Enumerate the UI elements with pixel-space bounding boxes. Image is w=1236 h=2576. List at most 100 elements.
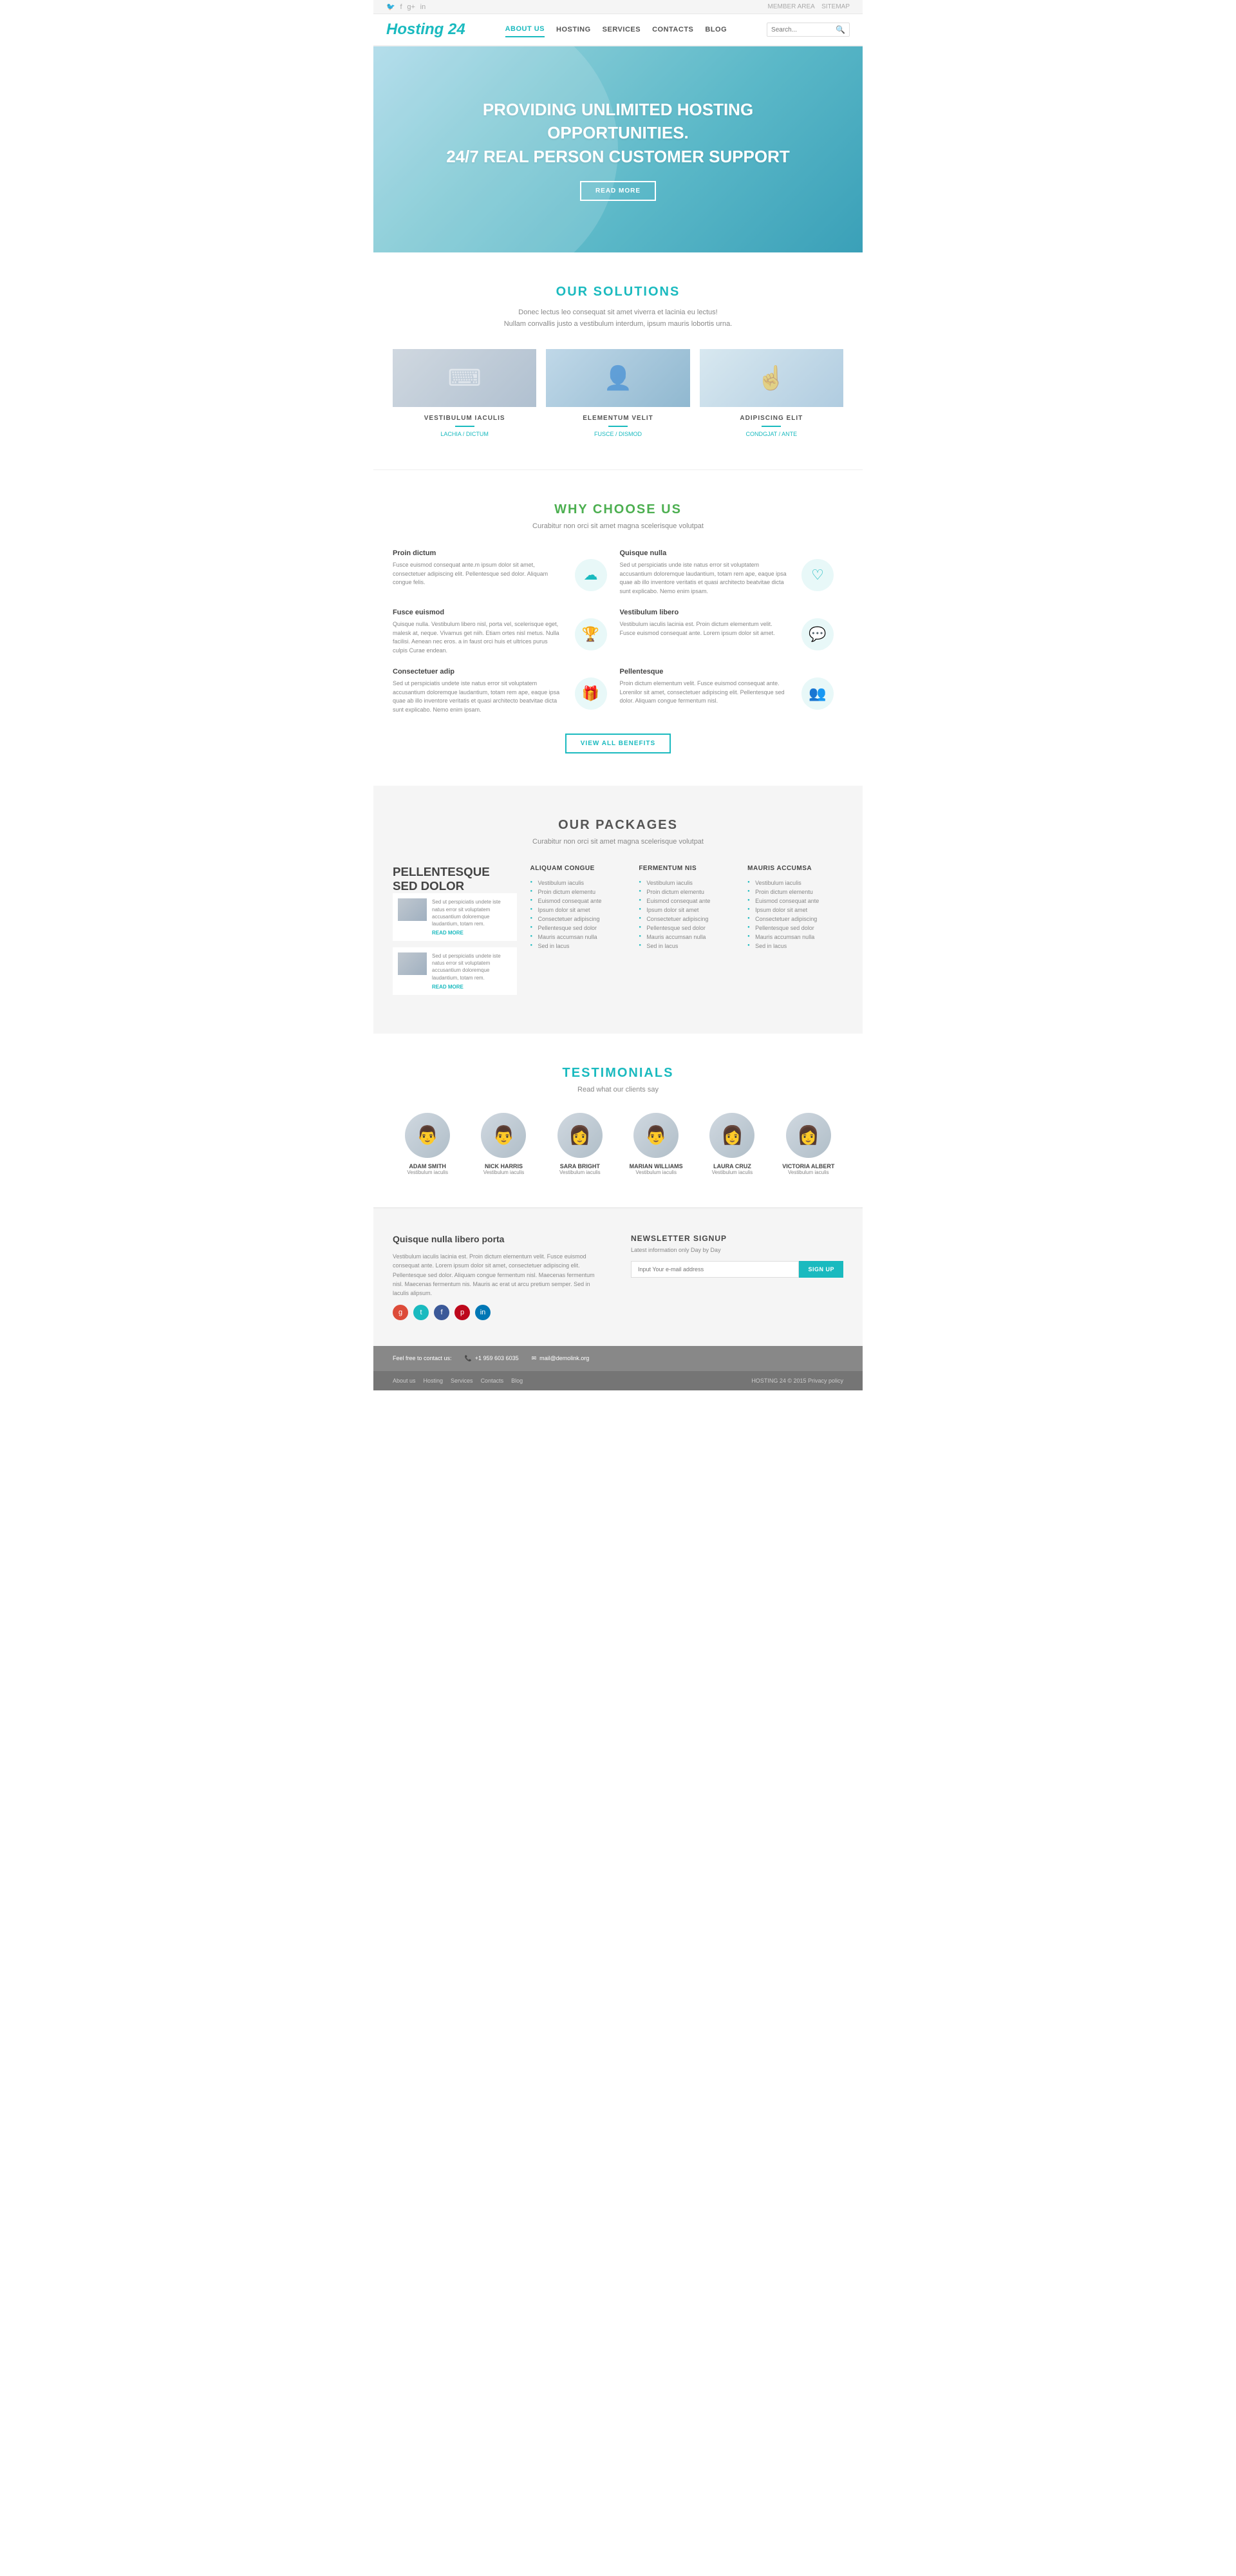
why-icon-3: 🏆 <box>565 609 617 655</box>
list-item: Sed in lacus <box>639 942 735 951</box>
solution-item-2: 👤 ELEMENTUM VELIT FUSCE / DISMOD <box>546 349 689 437</box>
email-address: mail@demolink.org <box>539 1355 589 1361</box>
google-icon[interactable]: g+ <box>407 3 415 11</box>
hero-read-more-button[interactable]: READ MORE <box>580 181 656 201</box>
why-icon-1: ☁ <box>565 549 617 596</box>
testimonial-role-1: Vestibulum iaculis <box>393 1170 462 1175</box>
footer-nav-services[interactable]: Services <box>451 1378 473 1384</box>
testimonials-heading: TESTIMONIALS <box>393 1066 843 1081</box>
why-us-subtitle: Curabitur non orci sit amet magna sceler… <box>393 522 843 530</box>
packages-section: OUR PACKAGES Curabitur non orci sit amet… <box>373 786 863 1034</box>
testimonial-name-5: LAURA CRUZ <box>697 1163 767 1170</box>
linkedin-footer-icon[interactable]: in <box>475 1305 491 1320</box>
view-all-benefits-button[interactable]: VIEW ALL BENEFITS <box>565 734 671 753</box>
package-card-image-1 <box>398 898 427 921</box>
list-item: Ipsum dolor sit amet <box>639 905 735 914</box>
member-area-link[interactable]: MEMBER AREA <box>768 3 815 10</box>
search-input[interactable] <box>771 26 836 33</box>
solutions-section: OUR SOLUTIONS Donec lectus leo consequat… <box>373 252 863 469</box>
why-item-6-text: Proin dictum elementum velit. Fusce euis… <box>620 679 789 706</box>
why-item-6-title: Pellentesque <box>620 668 789 676</box>
footer-nav-blog[interactable]: Blog <box>511 1378 523 1384</box>
testimonial-name-4: MARIAN WILLIAMS <box>621 1163 691 1170</box>
linkedin-icon[interactable]: in <box>420 3 426 11</box>
packages-heading: OUR PACKAGES <box>393 818 843 833</box>
pinterest-icon[interactable]: p <box>454 1305 470 1320</box>
heart-icon: ♡ <box>801 559 834 591</box>
footer-about: Quisque nulla libero porta Vestibulum ia… <box>393 1234 605 1320</box>
list-item: Pellentesque sed dolor <box>530 923 626 933</box>
package-read-more-1[interactable]: READ MORE <box>432 930 512 936</box>
solution-sub-3: CONDGJAT / ANTE <box>700 431 843 437</box>
testimonial-role-3: Vestibulum iaculis <box>545 1170 615 1175</box>
nav-contacts[interactable]: CONTACTS <box>652 23 693 37</box>
package-card-2-text: Sed ut perspiciatis undete iste natus er… <box>432 952 512 981</box>
footer-nav-contacts[interactable]: Contacts <box>481 1378 504 1384</box>
why-us-grid: Proin dictum Fusce euismod consequat ant… <box>393 549 843 714</box>
email-contact: ✉ mail@demolink.org <box>532 1355 590 1362</box>
testimonial-role-2: Vestibulum iaculis <box>469 1170 538 1175</box>
newsletter-signup-button[interactable]: SIGN UP <box>799 1261 843 1278</box>
package-read-more-2[interactable]: READ MORE <box>432 984 512 990</box>
contact-label: Feel free to contact us: <box>393 1355 452 1361</box>
why-item-3: Fusce euismod Quisque nulla. Vestibulum … <box>393 609 562 655</box>
solution-divider-3 <box>762 426 781 427</box>
testimonial-role-5: Vestibulum iaculis <box>697 1170 767 1175</box>
cloud-icon: ☁ <box>575 559 607 591</box>
search-icon[interactable]: 🔍 <box>836 25 845 34</box>
nav-hosting[interactable]: HOSTING <box>556 23 591 37</box>
twitter-icon[interactable]: 🐦 <box>386 3 395 11</box>
facebook-icon[interactable]: f <box>400 3 402 11</box>
why-item-1-title: Proin dictum <box>393 549 562 557</box>
package-col-4-list: Vestibulum iaculis Proin dictum elementu… <box>747 878 843 951</box>
google-plus-icon[interactable]: g <box>393 1305 408 1320</box>
list-item: Pellentesque sed dolor <box>639 923 735 933</box>
package-card-1-text: Sed ut perspiciatis undete iste natus er… <box>432 898 512 927</box>
testimonial-avatar-4: 👨 <box>633 1113 679 1158</box>
footer-newsletter-sub: Latest information only Day by Day <box>631 1247 843 1253</box>
why-item-6: Pellentesque Proin dictum elementum veli… <box>620 668 789 714</box>
solution-sub-1: LACHIA / DICTUM <box>393 431 536 437</box>
testimonials-grid: 👨 ADAM SMITH Vestibulum iaculis 👨 NICK H… <box>393 1113 843 1175</box>
sitemap-link[interactable]: SITEMAP <box>821 3 850 10</box>
list-item: Vestibulum iaculis <box>747 878 843 887</box>
list-item: Pellentesque sed dolor <box>747 923 843 933</box>
phone-number: +1 959 603 6035 <box>475 1355 519 1361</box>
testimonial-name-3: SARA BRIGHT <box>545 1163 615 1170</box>
footer-nav-hosting[interactable]: Hosting <box>424 1378 444 1384</box>
newsletter-email-input[interactable] <box>631 1261 799 1278</box>
footer-contact-info: Feel free to contact us: 📞 +1 959 603 60… <box>393 1355 589 1362</box>
view-benefits-wrap: VIEW ALL BENEFITS <box>393 734 843 753</box>
package-col-3-title: FERMENTUM NIS <box>639 865 735 872</box>
header: Hosting 24 ABOUT US HOSTING SERVICES CON… <box>373 14 863 46</box>
footer-nav-about[interactable]: About us <box>393 1378 416 1384</box>
footer-nav-links: About us Hosting Services Contacts Blog <box>393 1378 523 1384</box>
solution-divider-2 <box>608 426 628 427</box>
nav-blog[interactable]: BLOG <box>705 23 727 37</box>
logo[interactable]: Hosting 24 <box>386 21 465 39</box>
list-item: Proin dictum elementu <box>747 887 843 896</box>
list-item: Mauris accumsan nulla <box>639 933 735 942</box>
why-icon-5: 🎁 <box>565 668 617 714</box>
facebook-footer-icon[interactable]: f <box>434 1305 449 1320</box>
newsletter-form: SIGN UP <box>631 1261 843 1278</box>
solution-divider-1 <box>455 426 474 427</box>
footer-social-links: g t f p in <box>393 1305 605 1320</box>
testimonial-name-6: VICTORIA ALBERT <box>774 1163 843 1170</box>
list-item: Consectetuer adipiscing <box>530 914 626 923</box>
solution-image-3: ☝ <box>700 349 843 407</box>
speech-icon: 💬 <box>801 618 834 650</box>
why-icon-2: ♡ <box>792 549 843 596</box>
hero-heading: PROVIDING UNLIMITED HOSTING OPPORTUNITIE… <box>399 98 837 168</box>
package-col-3: FERMENTUM NIS Vestibulum iaculis Proin d… <box>639 865 735 1001</box>
solution-image-2: 👤 <box>546 349 689 407</box>
list-item: Ipsum dolor sit amet <box>747 905 843 914</box>
testimonial-item-4: 👨 MARIAN WILLIAMS Vestibulum iaculis <box>621 1113 691 1175</box>
testimonial-name-1: ADAM SMITH <box>393 1163 462 1170</box>
package-col-4: MAURIS ACCUMSA Vestibulum iaculis Proin … <box>747 865 843 1001</box>
nav-services[interactable]: SERVICES <box>603 23 641 37</box>
top-bar-links: MEMBER AREA SITEMAP <box>763 3 850 10</box>
testimonial-item-1: 👨 ADAM SMITH Vestibulum iaculis <box>393 1113 462 1175</box>
nav-about-us[interactable]: ABOUT US <box>505 22 545 37</box>
twitter-footer-icon[interactable]: t <box>413 1305 429 1320</box>
